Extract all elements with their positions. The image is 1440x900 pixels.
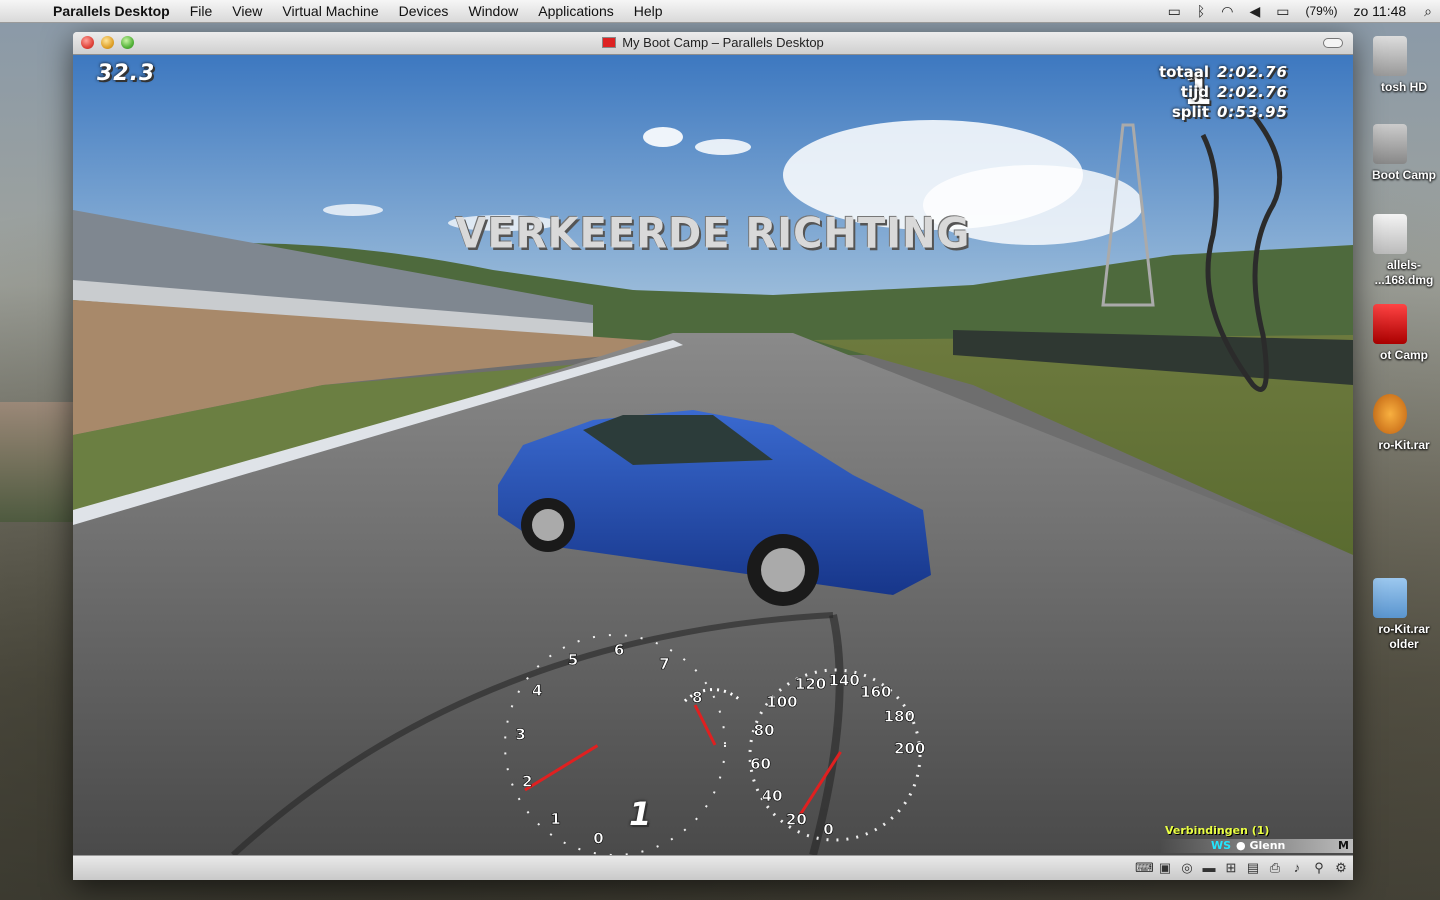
battery-percentage[interactable]: (79%) (1305, 4, 1337, 18)
folder-icon (1373, 578, 1407, 618)
usb-icon[interactable]: ⚲ (1311, 860, 1327, 876)
speed-tick-label: 20 (786, 810, 807, 828)
race-scene: 012345678020406080100120 140160180200 (73, 55, 1353, 855)
shared-folder-icon[interactable]: ▤ (1245, 860, 1261, 876)
rpm-tick-label: 7 (659, 655, 669, 673)
rpm-tick-label: 1 (550, 810, 560, 828)
speed-tick-label: 40 (762, 787, 783, 805)
wrong-way-warning: VERKEERDE RICHTING (455, 209, 971, 259)
desktop-icon-folder[interactable]: ro-Kit.rar older (1340, 578, 1440, 652)
rpm-tick-label: 5 (568, 651, 578, 669)
cloud (695, 139, 751, 155)
parallels-window: My Boot Camp – Parallels Desktop 0 1 2 3… (73, 32, 1353, 880)
rar-archive-icon (1373, 394, 1407, 434)
window-titlebar[interactable]: My Boot Camp – Parallels Desktop (73, 32, 1353, 55)
speed-tick-label: 0 (823, 821, 833, 839)
rpm-tick-label: 6 (614, 641, 624, 659)
desktop-icon-macintosh-hd[interactable]: tosh HD (1340, 36, 1440, 95)
connections-panel: Verbindingen (1) WS ● Glenn M (1161, 824, 1353, 853)
speed-tick-label: 180 (884, 707, 915, 725)
hard-disk-icon[interactable]: ▬ (1201, 860, 1217, 876)
rpm-tick-label: 8 (692, 689, 702, 707)
desktop-icon-boot-camp[interactable]: Boot Camp (1340, 124, 1440, 183)
speed-tick-label: 200 (894, 739, 925, 757)
hud-speed-readout: 32.3 (97, 61, 156, 86)
game-viewport[interactable]: 0 1 2 3 4 5 6 7 8 0 20 40 60 80 100 120 140 160 180 200 32.… (73, 55, 1353, 855)
desktop-icon-parallels-dmg[interactable]: allels- ...168.dmg (1340, 214, 1440, 288)
vm-status-bar: ⌨ ▣ ◎ ▬ ⊞ ▤ ⎙ ♪ ⚲ ⚙ (73, 855, 1353, 880)
rpm-tick-label: 3 (515, 726, 525, 744)
menu-window[interactable]: Window (458, 0, 528, 22)
toolbar-toggle-button[interactable] (1323, 38, 1343, 48)
window-title: My Boot Camp – Parallels Desktop (73, 35, 1353, 50)
display-icon[interactable]: ▭ (1168, 3, 1181, 20)
menu-virtual-machine[interactable]: Virtual Machine (272, 0, 388, 22)
bluetooth-icon[interactable]: ᛒ (1197, 3, 1205, 19)
connection-row[interactable]: WS ● Glenn M (1161, 839, 1353, 853)
speed-tick-label: 140 (828, 672, 859, 690)
desktop-icon-rar[interactable]: ro-Kit.rar (1340, 394, 1440, 453)
connections-heading: Verbindingen (1) (1165, 824, 1270, 837)
hud-lap-split: split 0:53.95 (1171, 103, 1288, 121)
vm-flag-icon (602, 37, 617, 48)
volume-icon[interactable]: ◀ (1249, 3, 1260, 20)
speed-tick-label: 120 (795, 675, 826, 693)
disk-image-icon (1373, 214, 1407, 254)
clock[interactable]: zo 11:48 (1353, 3, 1406, 19)
menu-devices[interactable]: Devices (389, 0, 459, 22)
keyboard-icon[interactable]: ⌨ (1135, 860, 1154, 876)
rpm-tick-label: 2 (522, 772, 532, 790)
menu-bar: Parallels Desktop File View Virtual Mach… (0, 0, 1440, 23)
network-icon[interactable]: ⊞ (1223, 860, 1239, 876)
menu-app-name[interactable]: Parallels Desktop (49, 0, 180, 22)
cloud (643, 127, 683, 147)
connection-mode: M (1338, 839, 1349, 852)
hud-lap-time: tijd 2:02.76 (1180, 83, 1288, 101)
menu-applications[interactable]: Applications (528, 0, 624, 22)
speed-tick-label: 80 (754, 722, 775, 740)
speed-tick-label: 160 (860, 683, 891, 701)
desktop-wallpaper-buildings (0, 402, 73, 522)
menu-view[interactable]: View (222, 0, 272, 22)
spotlight-search-icon[interactable]: ⌕ (1424, 3, 1432, 20)
settings-icon[interactable]: ⚙ (1333, 860, 1349, 876)
connection-player: ● Glenn (1236, 839, 1286, 852)
speed-tick-label: 100 (766, 693, 797, 711)
printer-icon[interactable]: ⎙ (1267, 860, 1283, 876)
hud-gear: 1 (629, 795, 652, 833)
rpm-tick-label: 0 (593, 830, 603, 848)
parallels-app-icon (1373, 304, 1407, 344)
connection-tag: WS (1211, 839, 1232, 852)
desktop-icon-boot-camp-2[interactable]: ot Camp (1340, 304, 1440, 363)
sound-icon[interactable]: ♪ (1289, 860, 1305, 876)
rpm-tick-label: 4 (532, 682, 542, 700)
speed-tick-label: 60 (750, 755, 771, 773)
menu-file[interactable]: File (180, 0, 223, 22)
wifi-icon[interactable]: ◠ (1221, 3, 1233, 20)
floppy-icon[interactable]: ▣ (1157, 860, 1173, 876)
hud-lap-total: totaal 2:02.76 (1158, 63, 1288, 81)
parallels-icon (1373, 124, 1407, 164)
hard-drive-icon (1373, 36, 1407, 76)
battery-icon[interactable]: ▭ (1276, 3, 1289, 20)
cd-rom-icon[interactable]: ◎ (1179, 860, 1195, 876)
menu-help[interactable]: Help (624, 0, 673, 22)
